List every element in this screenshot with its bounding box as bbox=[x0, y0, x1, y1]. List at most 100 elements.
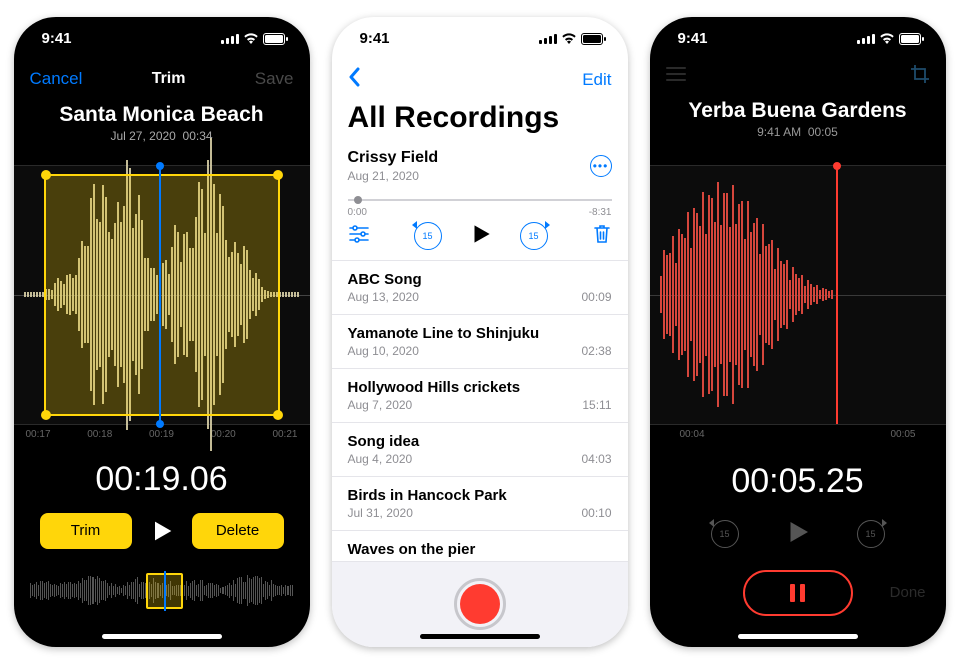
trim-nav: Cancel Trim Save bbox=[14, 61, 310, 97]
wifi-icon bbox=[879, 33, 895, 44]
more-button[interactable]: ••• bbox=[590, 155, 612, 177]
expanded-date: Aug 21, 2020 bbox=[348, 169, 439, 183]
item-date: Aug 4, 2020 bbox=[348, 452, 420, 466]
trim-button[interactable]: Trim bbox=[40, 513, 132, 549]
item-duration: 02:38 bbox=[581, 344, 611, 358]
trash-icon[interactable] bbox=[592, 223, 612, 250]
live-waveform bbox=[650, 165, 946, 425]
rec-top-row bbox=[650, 61, 946, 93]
battery-icon bbox=[899, 33, 924, 45]
play-button[interactable] bbox=[148, 517, 176, 545]
item-date: Aug 13, 2020 bbox=[348, 290, 422, 304]
status-icons bbox=[539, 33, 606, 45]
skip-forward-button[interactable]: 15 bbox=[520, 222, 548, 250]
options-icon[interactable] bbox=[348, 225, 370, 248]
expanded-recording[interactable]: Crissy Field Aug 21, 2020 ••• 0:00 -8:31… bbox=[332, 143, 628, 261]
wifi-icon bbox=[561, 33, 577, 44]
recording-title: Santa Monica Beach bbox=[14, 103, 310, 127]
cellular-icon bbox=[539, 33, 557, 44]
home-indicator[interactable] bbox=[738, 634, 858, 639]
scrubber-knob[interactable] bbox=[354, 196, 362, 204]
item-duration: 15:11 bbox=[582, 398, 611, 412]
list-item[interactable]: Song idea Aug 4, 2020 04:03 bbox=[332, 423, 628, 477]
status-bar: 9:41 bbox=[650, 17, 946, 61]
cellular-icon bbox=[221, 33, 239, 44]
status-icons bbox=[857, 33, 924, 45]
home-indicator[interactable] bbox=[420, 634, 540, 639]
done-button[interactable]: Done bbox=[890, 584, 926, 601]
pause-button[interactable] bbox=[743, 570, 853, 616]
item-date: Aug 7, 2020 bbox=[348, 398, 521, 412]
playhead[interactable] bbox=[159, 166, 161, 424]
item-date: Aug 10, 2020 bbox=[348, 344, 540, 358]
item-name: Birds in Hancock Park bbox=[348, 487, 507, 504]
trim-controls: Trim Delete bbox=[14, 513, 310, 549]
trim-screen: 9:41 Cancel Trim Save Santa Monica Beach… bbox=[14, 17, 310, 647]
cancel-button[interactable]: Cancel bbox=[30, 69, 83, 89]
item-duration: 00:09 bbox=[581, 290, 611, 304]
item-name: Yamanote Line to Shinjuku bbox=[348, 325, 540, 342]
trim-handle-left-top[interactable] bbox=[41, 170, 51, 180]
expanded-name: Crissy Field bbox=[348, 149, 439, 167]
back-button[interactable] bbox=[348, 67, 360, 93]
trim-handle-right-top[interactable] bbox=[273, 170, 283, 180]
overview-waveform[interactable] bbox=[30, 571, 294, 611]
status-bar: 9:41 bbox=[14, 17, 310, 61]
trim-handle-right-bot[interactable] bbox=[273, 410, 283, 420]
recording-header: Yerba Buena Gardens 9:41 AM 00:05 bbox=[650, 99, 946, 139]
page-title: All Recordings bbox=[348, 101, 612, 135]
item-name: Hollywood Hills crickets bbox=[348, 379, 521, 396]
recording-meta: Jul 27, 2020 00:34 bbox=[14, 129, 310, 143]
trim-handle-left-bot[interactable] bbox=[41, 410, 51, 420]
scrub-pos: 0:00 bbox=[348, 207, 367, 218]
timer: 00:19.06 bbox=[14, 460, 310, 499]
waveform bbox=[650, 174, 946, 416]
trim-selection[interactable] bbox=[44, 174, 280, 416]
status-icons bbox=[221, 33, 288, 45]
list-item[interactable]: ABC Song Aug 13, 2020 00:09 bbox=[332, 261, 628, 315]
home-indicator[interactable] bbox=[102, 634, 222, 639]
time-ruler: 00:04 00:05 bbox=[650, 425, 946, 440]
item-duration: 04:03 bbox=[581, 452, 611, 466]
timer: 00:05.25 bbox=[650, 462, 946, 501]
cellular-icon bbox=[857, 33, 875, 44]
skip-forward-button[interactable]: 15 bbox=[857, 520, 885, 548]
overview-playhead[interactable] bbox=[164, 571, 166, 611]
status-time: 9:41 bbox=[360, 30, 390, 47]
save-button[interactable]: Save bbox=[255, 69, 294, 89]
edit-button[interactable]: Edit bbox=[582, 70, 611, 90]
record-controls: Done bbox=[650, 570, 946, 616]
list-item[interactable]: Hollywood Hills crickets Aug 7, 2020 15:11 bbox=[332, 369, 628, 423]
scrub-rem: -8:31 bbox=[589, 207, 612, 218]
crop-icon[interactable] bbox=[910, 64, 930, 89]
status-time: 9:41 bbox=[678, 30, 708, 47]
recording-screen: 9:41 Yerba Buena Gardens 9:41 AM 00:05 bbox=[650, 17, 946, 647]
item-name: ABC Song bbox=[348, 271, 422, 288]
battery-icon bbox=[581, 33, 606, 45]
skip-back-button[interactable]: 15 bbox=[414, 222, 442, 250]
skip-back-button[interactable]: 15 bbox=[711, 520, 739, 548]
waveform-editor[interactable] bbox=[14, 165, 310, 425]
menu-icon[interactable] bbox=[666, 67, 686, 86]
record-head bbox=[836, 166, 838, 424]
list-screen: 9:41 Edit All Recordings Crissy Field Au… bbox=[332, 17, 628, 647]
list-item[interactable]: Yamanote Line to Shinjuku Aug 10, 2020 02:… bbox=[332, 315, 628, 369]
status-time: 9:41 bbox=[42, 30, 72, 47]
scrubber[interactable]: 0:00 -8:31 bbox=[348, 193, 612, 207]
status-bar: 9:41 bbox=[332, 17, 628, 61]
item-duration: 00:10 bbox=[581, 506, 611, 520]
pause-icon bbox=[790, 584, 805, 602]
item-name: Song idea bbox=[348, 433, 420, 450]
play-button[interactable] bbox=[783, 517, 813, 552]
play-button[interactable] bbox=[468, 221, 494, 252]
recording-title: Yerba Buena Gardens bbox=[650, 99, 946, 123]
list-item[interactable]: Birds in Hancock Park Jul 31, 2020 00:10 bbox=[332, 477, 628, 531]
playback-controls: 15 15 bbox=[650, 517, 946, 552]
recording-header: Santa Monica Beach Jul 27, 2020 00:34 bbox=[14, 103, 310, 143]
record-button[interactable] bbox=[454, 578, 506, 630]
item-date: Jul 31, 2020 bbox=[348, 506, 507, 520]
item-name: Waves on the pier bbox=[348, 541, 476, 558]
playback-controls: 15 15 bbox=[348, 221, 612, 252]
battery-icon bbox=[263, 33, 288, 45]
delete-button[interactable]: Delete bbox=[192, 513, 284, 549]
